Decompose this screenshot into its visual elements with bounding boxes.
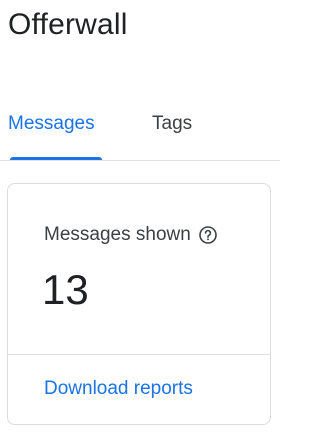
- metric-value: 13: [42, 266, 89, 313]
- active-tab-indicator: [10, 157, 102, 160]
- tab-tags[interactable]: Tags: [152, 112, 192, 152]
- tab-bar: Messages Tags: [0, 104, 280, 161]
- page-title: Offerwall: [8, 8, 128, 41]
- card-divider: [8, 354, 270, 355]
- help-icon[interactable]: [198, 226, 217, 244]
- metric-label: Messages shown: [44, 224, 191, 245]
- messages-shown-card: Messages shown 13 Download reports: [7, 183, 271, 425]
- tab-messages[interactable]: Messages: [8, 112, 95, 152]
- card-header: Messages shown: [44, 224, 217, 246]
- download-reports-link[interactable]: Download reports: [44, 378, 193, 400]
